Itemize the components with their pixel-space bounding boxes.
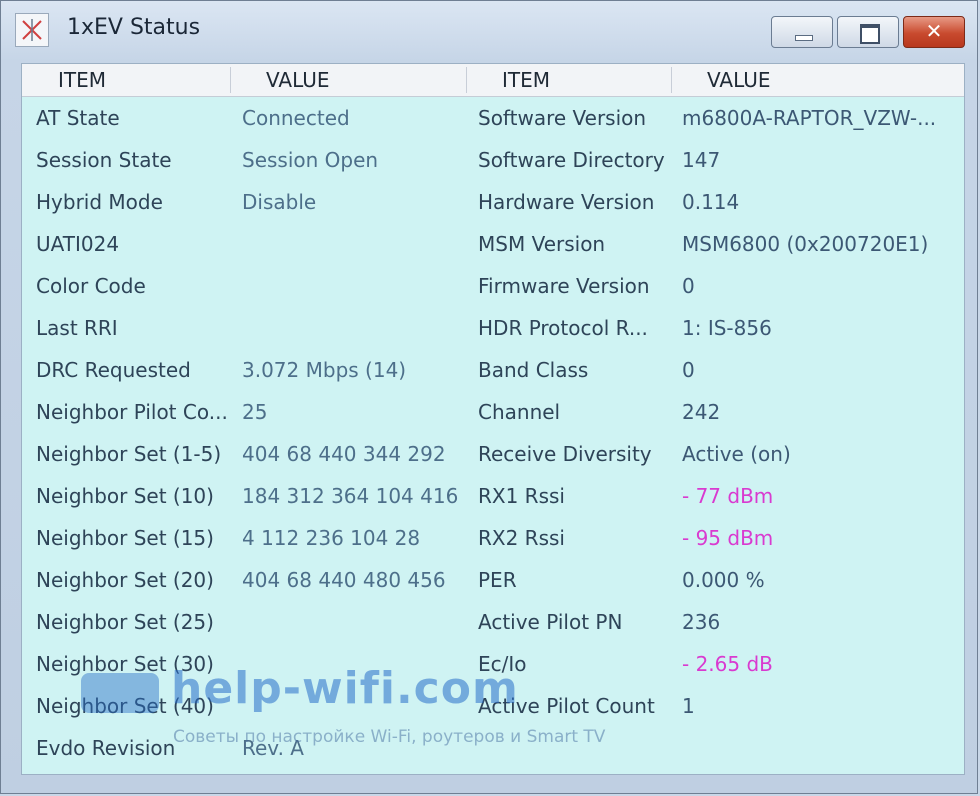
right-item-label: MSM Version	[478, 232, 606, 256]
left-item-value: 3.072 Mbps (14)	[242, 358, 407, 382]
right-item-value: Active (on)	[682, 442, 791, 466]
left-item-label: AT State	[36, 106, 120, 130]
left-item-label: Neighbor Pilot Co...	[36, 400, 228, 424]
status-list[interactable]: ITEM VALUE ITEM VALUE AT State Connected S…	[21, 63, 965, 775]
right-item-value: 0	[682, 274, 695, 298]
right-item-value: 0	[682, 358, 695, 382]
right-item-label: Hardware Version	[478, 190, 655, 214]
header-item-left[interactable]: ITEM	[22, 64, 230, 96]
header-value-right[interactable]: VALUE	[671, 64, 964, 96]
right-item-value: - 2.65 dB	[682, 652, 773, 676]
close-button[interactable]: ✕	[903, 16, 965, 48]
right-item-label: PER	[478, 568, 517, 592]
close-icon: ✕	[925, 19, 943, 43]
left-item-label: Neighbor Set (40)	[36, 694, 214, 718]
left-item-label: Neighbor Set (25)	[36, 610, 214, 634]
right-item-value: 236	[682, 610, 721, 634]
right-item-value: 147	[682, 148, 721, 172]
left-item-label: Last RRI	[36, 316, 118, 340]
window-title: 1xEV Status	[67, 15, 201, 40]
right-item-label: Band Class	[478, 358, 589, 382]
right-item-value: 1	[682, 694, 695, 718]
header-value-left[interactable]: VALUE	[230, 64, 466, 96]
left-item-value: Connected	[242, 106, 350, 130]
right-item-value: - 77 dBm	[682, 484, 774, 508]
left-item-value: 25	[242, 400, 268, 424]
right-item-label: HDR Protocol R...	[478, 316, 648, 340]
header-item-right[interactable]: ITEM	[466, 64, 671, 96]
left-item-value: 184 312 364 104 416	[242, 484, 459, 508]
right-item-value: 1: IS-856	[682, 316, 772, 340]
left-item-label: Evdo Revision	[36, 736, 176, 760]
right-item-value: m6800A-RAPTOR_VZW-...	[682, 106, 937, 130]
right-item-label: RX1 Rssi	[478, 484, 565, 508]
left-item-label: Neighbor Set (30)	[36, 652, 214, 676]
minimize-icon	[795, 35, 813, 41]
right-item-value: - 95 dBm	[682, 526, 774, 550]
title-bar[interactable]: 1xEV Status ✕	[1, 1, 977, 57]
right-item-label: Receive Diversity	[478, 442, 652, 466]
right-item-value: 0.000 %	[682, 568, 765, 592]
left-item-value: Session Open	[242, 148, 379, 172]
right-item-value: MSM6800 (0x200720E1)	[682, 232, 929, 256]
right-item-label: RX2 Rssi	[478, 526, 565, 550]
left-item-value: 4 112 236 104 28	[242, 526, 421, 550]
maximize-button[interactable]	[837, 16, 899, 48]
right-item-label: Active Pilot Count	[478, 694, 655, 718]
app-icon	[15, 13, 49, 47]
minimize-button[interactable]	[771, 16, 833, 48]
left-item-label: Color Code	[36, 274, 146, 298]
right-item-label: Software Directory	[478, 148, 665, 172]
left-item-label: Session State	[36, 148, 172, 172]
right-item-label: Software Version	[478, 106, 647, 130]
left-item-label: Neighbor Set (1-5)	[36, 442, 222, 466]
left-item-label: UATI024	[36, 232, 120, 256]
left-item-label: Hybrid Mode	[36, 190, 163, 214]
maximize-icon	[860, 24, 880, 44]
right-item-label: Active Pilot PN	[478, 610, 623, 634]
status-window: 1xEV Status ✕ ITEM VALUE ITEM VALUE AT S…	[0, 0, 978, 794]
right-item-value: 0.114	[682, 190, 740, 214]
right-item-label: Ec/Io	[478, 652, 527, 676]
right-item-label: Firmware Version	[478, 274, 650, 298]
left-item-label: DRC Requested	[36, 358, 191, 382]
column-header: ITEM VALUE ITEM VALUE	[22, 64, 964, 97]
left-item-value: Rev. A	[242, 736, 304, 760]
left-item-label: Neighbor Set (10)	[36, 484, 214, 508]
left-item-value: 404 68 440 480 456	[242, 568, 446, 592]
left-item-value: 404 68 440 344 292	[242, 442, 446, 466]
right-item-label: Channel	[478, 400, 561, 424]
left-item-label: Neighbor Set (20)	[36, 568, 214, 592]
left-item-value: Disable	[242, 190, 317, 214]
left-item-label: Neighbor Set (15)	[36, 526, 214, 550]
right-item-value: 242	[682, 400, 721, 424]
